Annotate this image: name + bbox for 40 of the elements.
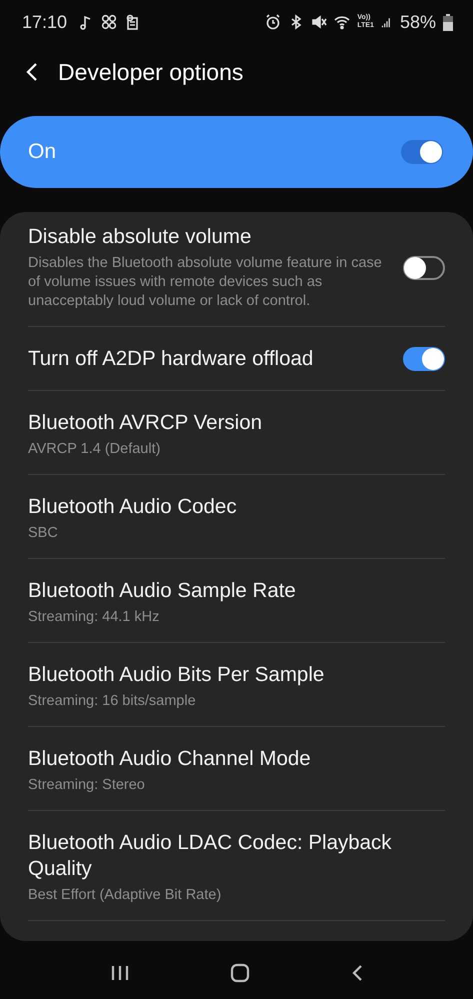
settings-row[interactable]: Bluetooth Audio Codec SBC (28, 475, 445, 559)
wifi-icon (334, 14, 350, 30)
pinwheel-icon (101, 14, 118, 30)
status-time: 17:10 (22, 12, 68, 32)
toggle-switch[interactable] (403, 256, 445, 280)
settings-row[interactable]: Bluetooth Audio LDAC Codec: Playback Quality Best Effort (Adaptive Bit Rate) (28, 811, 445, 921)
clipboard-icon (124, 14, 140, 30)
setting-title: Bluetooth AVRCP Version (28, 410, 263, 436)
setting-title: Bluetooth Audio Channel Mode (28, 746, 312, 772)
alarm-icon (265, 14, 282, 30)
setting-description: Disables the Bluetooth absolute volume feature in case of volume issues with remote devices such as unacceptably loud volume or lack of control. (28, 254, 383, 311)
setting-value: AVRCP 1.4 (Default) (28, 440, 162, 459)
battery-icon (443, 14, 453, 30)
setting-title: Bluetooth Audio Codec (28, 494, 238, 520)
setting-title: Bluetooth Audio Bits Per Sample (28, 662, 326, 688)
setting-value: SBC (28, 524, 59, 543)
settings-row[interactable]: Bluetooth Audio Bits Per Sample Streaming: 16 bits/sample (28, 643, 445, 727)
settings-row[interactable]: Bluetooth Audio Channel Mode Streaming: Stereo (28, 727, 445, 811)
setting-title: Bluetooth Audio LDAC Codec: Playback Quality (28, 830, 393, 882)
back-nav-button[interactable] (350, 964, 363, 982)
setting-value: Streaming: 44.1 kHz (28, 608, 160, 627)
settings-row[interactable]: Bluetooth AVRCP Version AVRCP 1.4 (Default) (28, 391, 445, 475)
mute-icon (311, 14, 328, 30)
setting-value: Streaming: 16 bits/sample (28, 692, 197, 711)
toggle-switch[interactable] (401, 140, 443, 164)
setting-value: Best Effort (Adaptive Bit Rate) (28, 886, 222, 905)
page-title: Developer options (58, 58, 244, 86)
settings-row[interactable]: Bluetooth Audio Sample Rate Streaming: 44.1 kHz (28, 559, 445, 643)
setting-title: Disable absolute volume (28, 224, 252, 250)
back-button[interactable] (26, 62, 38, 82)
toggle-switch[interactable] (403, 347, 445, 371)
setting-title: Turn off A2DP hardware offload (28, 346, 314, 372)
recent-apps-button[interactable] (110, 964, 130, 982)
battery-percent: 58% (400, 12, 436, 32)
settings-row[interactable]: Turn off A2DP hardware offload (28, 327, 445, 391)
master-switch-label: On (28, 140, 58, 164)
home-button[interactable] (230, 963, 250, 983)
settings-row[interactable]: Disable absolute volume Disables the Bluetooth absolute volume feature in case of volume issues with remote devices such as unacceptably loud volume or lack of control. (28, 218, 445, 327)
setting-title: Bluetooth Audio Sample Rate (28, 578, 297, 604)
setting-value: Streaming: Stereo (28, 776, 146, 795)
